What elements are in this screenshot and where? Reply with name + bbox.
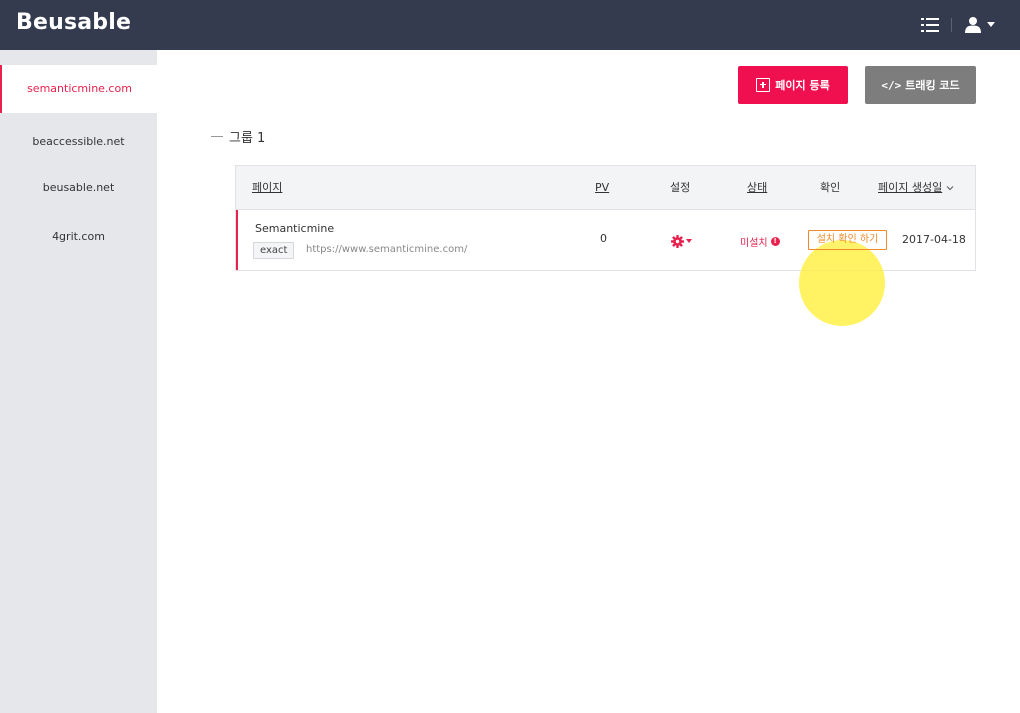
click-highlight-marker [799, 240, 885, 326]
page-url: https://www.semanticmine.com/ [306, 244, 468, 255]
status-text: 미설치 [740, 238, 768, 249]
caret-down-icon [686, 239, 692, 243]
group-title: 그룹 1 [229, 131, 266, 146]
list-icon[interactable] [921, 16, 939, 34]
created-date: 2017-04-18 [902, 233, 966, 246]
header-created-sort[interactable]: 페이지 생성일 [878, 166, 954, 210]
header-verify: 확인 [820, 181, 841, 194]
tracking-code-button[interactable]: </> 트래킹 코드 [865, 66, 976, 104]
site-sidebar: semanticmine.com beaccessible.net beusab… [0, 50, 157, 713]
sidebar-item-beusable[interactable]: beusable.net [0, 164, 157, 212]
install-status: 미설치 ! [740, 234, 780, 249]
app-logo[interactable]: Beusable [16, 10, 131, 35]
group-header[interactable]: 그룹 1 [211, 127, 265, 146]
info-icon[interactable]: ! [770, 237, 780, 246]
topbar-divider [951, 18, 952, 32]
sidebar-item-4grit[interactable]: 4grit.com [0, 213, 157, 261]
user-icon [965, 17, 981, 33]
header-settings: 설정 [670, 181, 691, 194]
table-header: 페이지 PV 설정 상태 확인 페이지 생성일 [236, 166, 975, 210]
register-page-label: 페이지 등록 [775, 79, 830, 92]
chevron-down-icon [946, 186, 954, 191]
gear-icon [671, 234, 684, 248]
tracking-code-label: 트래킹 코드 [905, 79, 960, 92]
header-page[interactable]: 페이지 [252, 166, 282, 210]
pages-table: 페이지 PV 설정 상태 확인 페이지 생성일 Semanticmine exa… [235, 165, 976, 326]
header-pv[interactable]: PV [595, 166, 609, 210]
collapse-dash-icon [211, 136, 223, 137]
match-type-badge: exact [253, 242, 295, 259]
top-navbar: Beusable [0, 0, 1020, 50]
register-page-button[interactable]: 페이지 등록 [738, 66, 848, 104]
header-created: 페이지 생성일 [878, 181, 943, 194]
user-menu-button[interactable] [961, 15, 1001, 35]
settings-dropdown-button[interactable] [671, 233, 695, 249]
caret-down-icon [987, 22, 995, 27]
header-status[interactable]: 상태 [747, 166, 767, 210]
page-name[interactable]: Semanticmine [255, 222, 334, 235]
pv-count: 0 [600, 232, 607, 245]
code-icon: </> [881, 78, 902, 92]
verify-install-button[interactable]: 설치 확인 하기 [808, 230, 887, 250]
sidebar-item-semanticmine[interactable]: semanticmine.com [0, 65, 157, 113]
plus-box-icon [756, 78, 771, 92]
table-row: Semanticmine exact https://www.semanticm… [236, 210, 975, 326]
sidebar-item-beaccessible[interactable]: beaccessible.net [0, 118, 157, 166]
